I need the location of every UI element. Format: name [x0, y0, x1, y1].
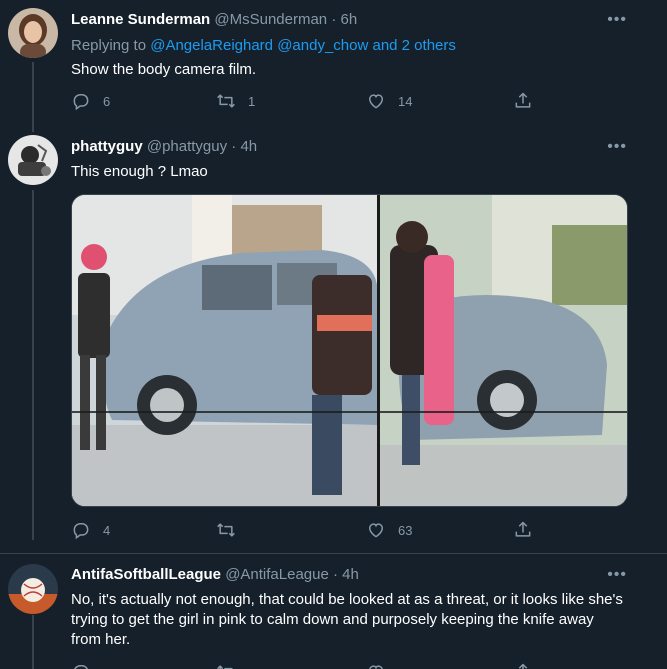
tweet-media-image[interactable] [71, 194, 628, 507]
share-icon [518, 663, 528, 669]
avatar[interactable] [8, 8, 58, 58]
avatar[interactable] [8, 564, 58, 614]
like-count: 14 [398, 93, 413, 109]
like-button[interactable]: 63 [366, 520, 412, 540]
tweet-header: phattyguy @phattyguy · 4h [71, 137, 257, 157]
tweet-text: Show the body camera film. [71, 61, 257, 78]
reply-count: 6 [103, 93, 111, 109]
reply-button[interactable]: 4 [71, 520, 110, 540]
replying-to-prefix: Replying to [71, 37, 151, 54]
more-icon[interactable]: ••• [607, 139, 627, 155]
user-handle[interactable]: @phattyguy [147, 138, 227, 155]
reply-icon [73, 94, 89, 111]
tweet[interactable]: AntifaSoftballLeague @AntifaLeague · 4h … [0, 554, 667, 669]
retweet-count: 1 [248, 93, 256, 109]
user-handle[interactable]: @AntifaLeague [225, 566, 329, 583]
share-icon [515, 521, 531, 537]
tweet-actions [71, 662, 541, 669]
reply-button[interactable] [71, 662, 91, 669]
heart-icon [368, 94, 384, 109]
retweet-icon [217, 523, 235, 537]
retweet-icon [217, 665, 233, 669]
timestamp[interactable]: 6h [341, 11, 358, 28]
separator-dot: · [231, 138, 237, 155]
separator-dot: · [331, 11, 337, 28]
like-button[interactable] [366, 662, 386, 669]
reply-icon [74, 665, 88, 669]
like-button[interactable]: 14 [366, 91, 412, 111]
share-button[interactable] [513, 91, 533, 111]
display-name[interactable]: phattyguy [71, 138, 143, 155]
tweet-actions: 4 63 [71, 520, 541, 542]
reply-button[interactable]: 6 [71, 91, 110, 111]
share-button[interactable] [513, 662, 533, 669]
tweet-header: AntifaSoftballLeague @AntifaLeague · 4h [71, 565, 359, 585]
tweet-text: This enough ? Lmao [71, 163, 208, 180]
reply-icon [73, 523, 89, 540]
separator-dot: · [333, 566, 338, 583]
retweet-icon [217, 94, 235, 108]
more-icon[interactable]: ••• [607, 12, 627, 28]
reply-count: 4 [103, 522, 111, 538]
user-handle[interactable]: @MsSunderman [214, 11, 327, 28]
share-button[interactable] [513, 520, 533, 540]
replying-to: Replying to @AngelaReighard @andy_chow a… [71, 36, 456, 56]
tweet-header: Leanne Sunderman @MsSunderman · 6h [71, 10, 357, 30]
tweet-actions: 6 1 14 [71, 91, 541, 113]
replying-to-others[interactable]: and 2 others [368, 37, 455, 54]
tweet-text: No, it's actually not enough, that could… [71, 591, 623, 648]
share-icon [515, 92, 531, 108]
retweet-button[interactable] [216, 662, 236, 669]
more-icon[interactable]: ••• [607, 567, 627, 583]
heart-icon [369, 665, 383, 669]
timestamp[interactable]: 4h [240, 138, 257, 155]
display-name[interactable]: Leanne Sunderman [71, 11, 210, 28]
retweet-button[interactable] [216, 520, 248, 540]
avatar[interactable] [8, 135, 58, 185]
like-count: 63 [398, 522, 413, 538]
tweet[interactable]: Leanne Sunderman @MsSunderman · 6h ••• R… [0, 0, 667, 125]
heart-icon [368, 523, 384, 538]
timestamp[interactable]: 4h [342, 566, 359, 583]
retweet-button[interactable]: 1 [216, 91, 255, 111]
display-name[interactable]: AntifaSoftballLeague [71, 566, 221, 583]
replying-to-users[interactable]: @AngelaReighard @andy_chow [150, 37, 368, 54]
